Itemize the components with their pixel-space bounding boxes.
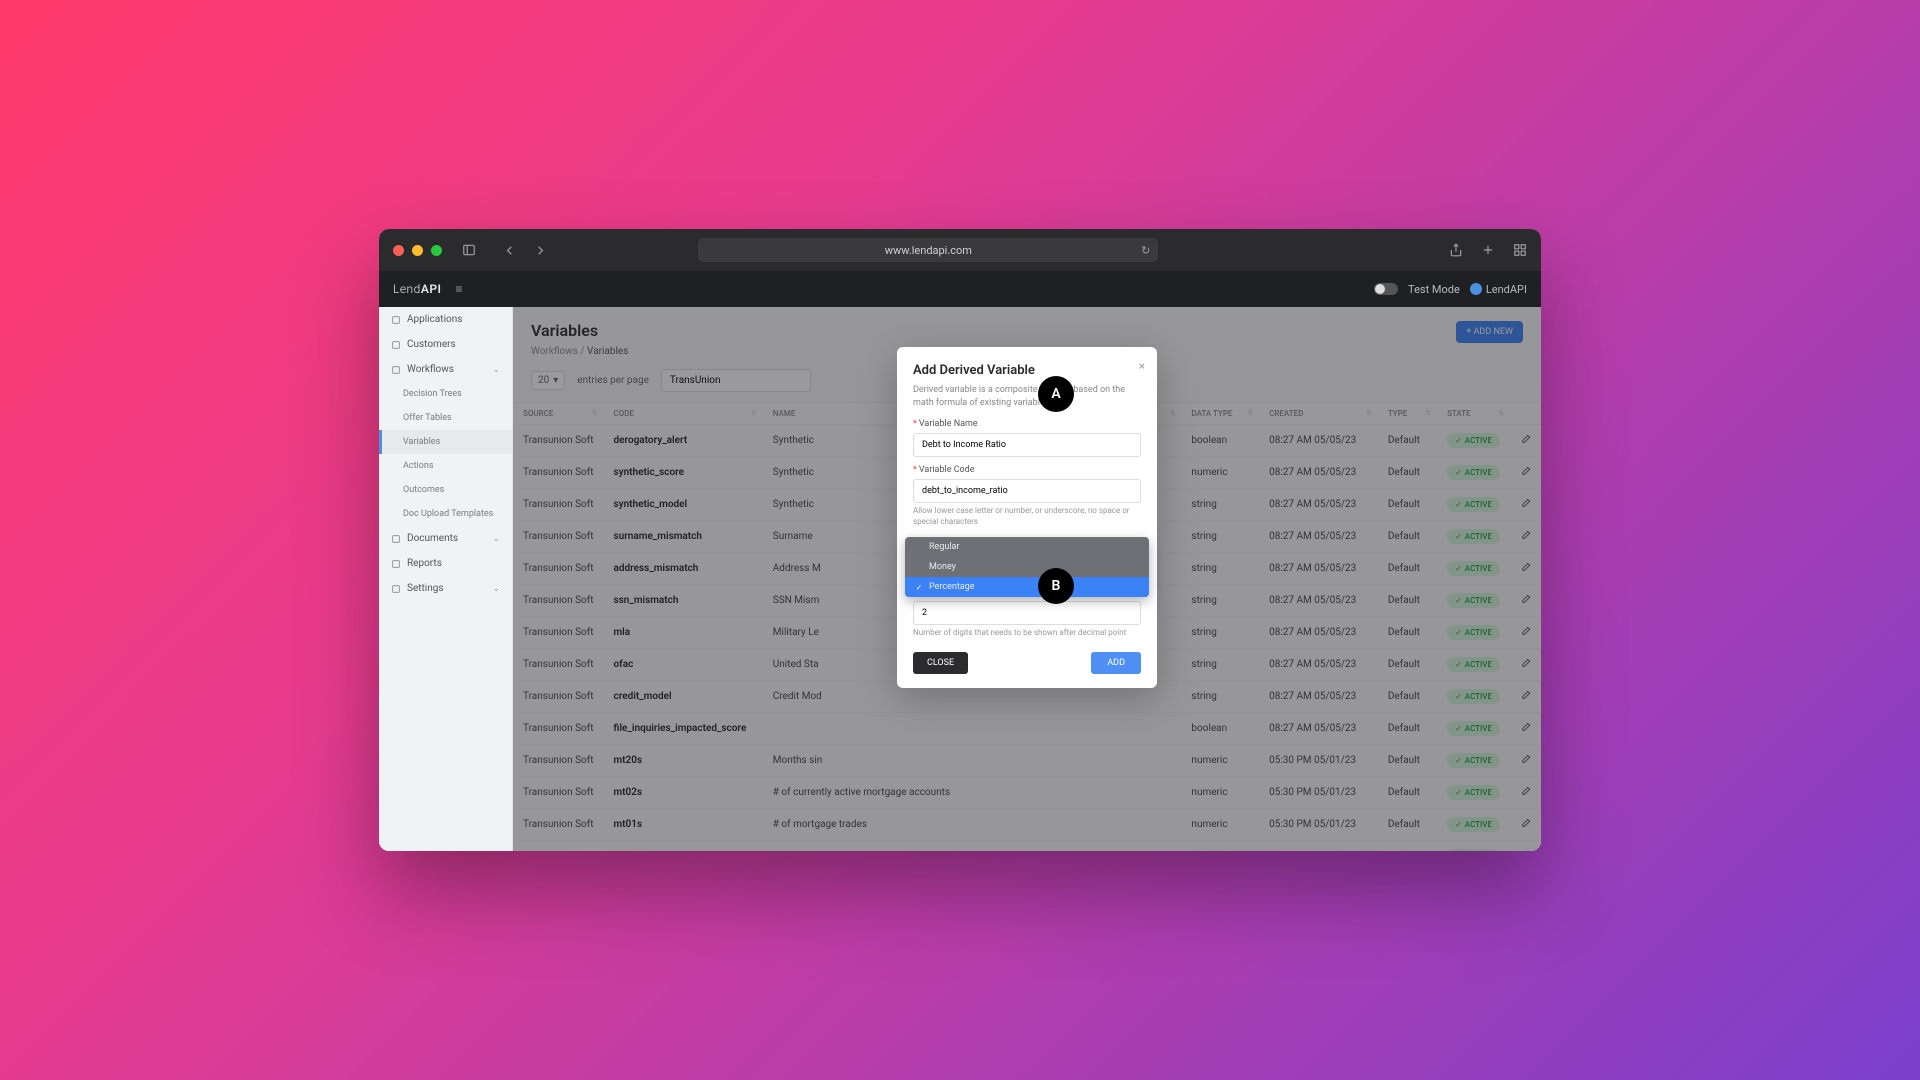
modal-title: Add Derived Variable xyxy=(913,363,1141,378)
sidebar-item-label: Settings xyxy=(407,583,444,594)
new-tab-icon[interactable] xyxy=(1481,243,1495,257)
variable-name-label: *Variable Name xyxy=(913,419,1141,429)
doc-icon xyxy=(391,534,401,544)
sidebar-collapse-icon[interactable]: ≡ xyxy=(455,282,462,296)
close-window-button[interactable] xyxy=(393,245,404,256)
gear-icon xyxy=(391,584,401,594)
variable-code-input[interactable] xyxy=(913,479,1141,503)
cube-icon xyxy=(391,315,401,325)
reload-icon[interactable]: ↻ xyxy=(1141,244,1150,257)
variable-code-label: *Variable Code xyxy=(913,465,1141,475)
dropdown-option-label: Regular xyxy=(929,542,959,552)
sidebar-item-label: Applications xyxy=(407,314,462,325)
main-content: Variables Workflows / Variables + ADD NE… xyxy=(513,307,1541,851)
check-icon xyxy=(915,543,923,551)
dropdown-option-percentage[interactable]: ✓ Percentage xyxy=(905,577,1149,597)
sidebar-item-documents[interactable]: Documents ⌄ xyxy=(379,526,512,551)
variable-code-hint: Allow lower case letter or number, or un… xyxy=(913,506,1141,527)
user-avatar-icon xyxy=(1470,283,1482,295)
logo-text-light: Lend xyxy=(393,282,421,296)
variable-name-input[interactable] xyxy=(913,433,1141,457)
format-dropdown-panel: Regular Money ✓ Percentage xyxy=(905,537,1149,597)
check-icon: ✓ xyxy=(915,583,923,591)
sidebar-item-workflows[interactable]: Workflows ⌄ xyxy=(379,357,512,382)
modal-close-icon[interactable]: × xyxy=(1139,359,1145,373)
app-logo: LendAPI xyxy=(393,282,441,296)
browser-chrome: www.lendapi.com ↻ xyxy=(379,229,1541,271)
sidebar-item-applications[interactable]: Applications xyxy=(379,307,512,332)
chevron-down-icon: ⌄ xyxy=(492,365,500,375)
decimal-limit-hint: Number of digits that needs to be shown … xyxy=(913,628,1141,638)
dropdown-option-regular[interactable]: Regular xyxy=(905,537,1149,557)
sidebar-item-variables[interactable]: Variables xyxy=(379,430,512,454)
report-icon xyxy=(391,559,401,569)
sidebar-item-label: Outcomes xyxy=(403,485,444,495)
sidebar-item-label: Offer Tables xyxy=(403,413,452,423)
sidebar-item-label: Workflows xyxy=(407,364,454,375)
sidebar-item-label: Actions xyxy=(403,461,433,471)
sidebar-item-settings[interactable]: Settings ⌄ xyxy=(379,576,512,601)
app-topbar: LendAPI ≡ Test Mode LendAPI xyxy=(379,271,1541,307)
check-icon xyxy=(915,563,923,571)
dropdown-option-money[interactable]: Money xyxy=(905,557,1149,577)
callout-a: A xyxy=(1038,376,1074,412)
callout-b: B xyxy=(1038,568,1074,604)
maximize-window-button[interactable] xyxy=(431,245,442,256)
test-mode-label: Test Mode xyxy=(1408,283,1460,296)
sidebar-item-customers[interactable]: Customers xyxy=(379,332,512,357)
app: LendAPI ≡ Test Mode LendAPI Applications… xyxy=(379,271,1541,851)
traffic-lights xyxy=(393,245,442,256)
chevron-down-icon: ⌄ xyxy=(492,584,500,594)
flow-icon xyxy=(391,365,401,375)
sidebar-item-outcomes[interactable]: Outcomes xyxy=(379,478,512,502)
sidebar-item-label: Decision Trees xyxy=(403,389,462,399)
back-button[interactable] xyxy=(502,243,517,258)
modal-description: Derived variable is a composite variable… xyxy=(913,384,1141,409)
sidebar-item-decision-trees[interactable]: Decision Trees xyxy=(379,382,512,406)
forward-button[interactable] xyxy=(533,243,548,258)
user-menu[interactable]: LendAPI xyxy=(1470,283,1527,296)
modal-add-button[interactable]: ADD xyxy=(1091,652,1141,674)
sidebar-item-label: Reports xyxy=(407,558,442,569)
logo-text-bold: API xyxy=(421,282,442,296)
chevron-down-icon: ⌄ xyxy=(492,534,500,544)
dropdown-option-label: Percentage xyxy=(929,582,974,592)
sidebar-item-reports[interactable]: Reports xyxy=(379,551,512,576)
sidebar-item-actions[interactable]: Actions xyxy=(379,454,512,478)
share-icon[interactable] xyxy=(1449,243,1463,257)
dropdown-option-label: Money xyxy=(929,562,956,572)
browser-window: www.lendapi.com ↻ LendAPI ≡ Test Mode xyxy=(379,229,1541,851)
sidebar-item-doc-upload-templates[interactable]: Doc Upload Templates xyxy=(379,502,512,526)
sidebar-item-label: Documents xyxy=(407,533,458,544)
modal-close-button[interactable]: CLOSE xyxy=(913,652,968,674)
sidebar-toggle-icon[interactable] xyxy=(462,243,476,257)
sidebar-item-label: Doc Upload Templates xyxy=(403,509,493,519)
url-text: www.lendapi.com xyxy=(885,244,972,257)
sidebar-item-label: Variables xyxy=(403,437,440,447)
tabs-icon[interactable] xyxy=(1513,243,1527,257)
minimize-window-button[interactable] xyxy=(412,245,423,256)
sidebar-item-offer-tables[interactable]: Offer Tables xyxy=(379,406,512,430)
add-derived-variable-modal: × Add Derived Variable Derived variable … xyxy=(897,347,1157,688)
test-mode-toggle[interactable] xyxy=(1374,283,1398,295)
user-icon xyxy=(391,340,401,350)
sidebar-item-label: Customers xyxy=(407,339,456,350)
user-label: LendAPI xyxy=(1486,283,1527,296)
url-bar[interactable]: www.lendapi.com ↻ xyxy=(698,238,1158,262)
sidebar: Applications Customers Workflows ⌄ Decision … xyxy=(379,307,513,851)
decimal-limit-input[interactable] xyxy=(913,601,1141,625)
